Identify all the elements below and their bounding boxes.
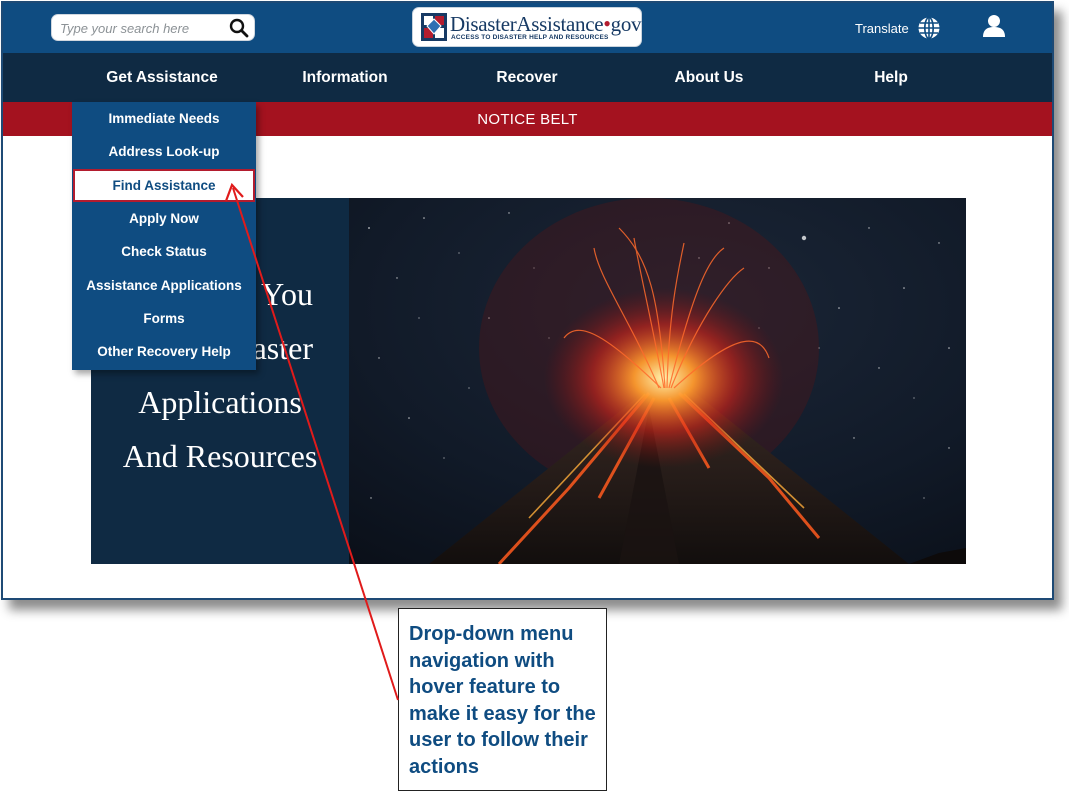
site-header: DisasterAssistance•gov ACCESS TO DISASTE… (3, 3, 1052, 53)
annotation-callout: Drop-down menu navigation with hover fea… (398, 608, 607, 791)
dropdown-item-address-lookup[interactable]: Address Look-up (72, 135, 256, 168)
hero-line-4: And Resources (122, 438, 318, 474)
nav-information[interactable]: Information (254, 53, 436, 102)
search-box[interactable] (51, 14, 255, 41)
search-input[interactable] (60, 18, 230, 38)
nav-help[interactable]: Help (800, 53, 982, 102)
logo-name-part1: Disaster (450, 12, 517, 36)
get-assistance-dropdown: Immediate Needs Address Look-up Find Ass… (72, 102, 256, 370)
dropdown-item-check-status[interactable]: Check Status (72, 235, 256, 268)
dropdown-item-find-assistance[interactable]: Find Assistance (73, 169, 255, 202)
main-nav: Get Assistance Information Recover About… (3, 53, 1052, 102)
dropdown-item-forms[interactable]: Forms (72, 302, 256, 335)
hero-line-3: Applications (138, 384, 302, 420)
nav-recover[interactable]: Recover (436, 53, 618, 102)
dropdown-item-other-recovery-help[interactable]: Other Recovery Help (72, 335, 256, 368)
logo-tld: gov (610, 12, 642, 36)
dropdown-item-assistance-applications[interactable]: Assistance Applications (72, 269, 256, 302)
site-logo[interactable]: DisasterAssistance•gov ACCESS TO DISASTE… (412, 7, 642, 47)
nav-about-us[interactable]: About Us (618, 53, 800, 102)
dropdown-item-immediate-needs[interactable]: Immediate Needs (72, 102, 256, 135)
hero-volcano-image (349, 198, 966, 564)
browser-page-frame: DisasterAssistance•gov ACCESS TO DISASTE… (1, 1, 1054, 600)
logo-tagline: ACCESS TO DISASTER HELP AND RESOURCES (451, 34, 609, 41)
globe-icon (918, 16, 940, 40)
dropdown-item-apply-now[interactable]: Apply Now (72, 202, 256, 235)
nav-get-assistance[interactable]: Get Assistance (71, 53, 253, 102)
logo-name-part2: Assistance (516, 12, 604, 36)
logo-flag-icon (421, 13, 447, 41)
search-icon[interactable] (228, 17, 250, 39)
logo-dot: • (603, 11, 611, 36)
translate-button[interactable]: Translate (855, 16, 941, 40)
user-icon[interactable] (981, 13, 1007, 39)
translate-label: Translate (855, 20, 909, 36)
